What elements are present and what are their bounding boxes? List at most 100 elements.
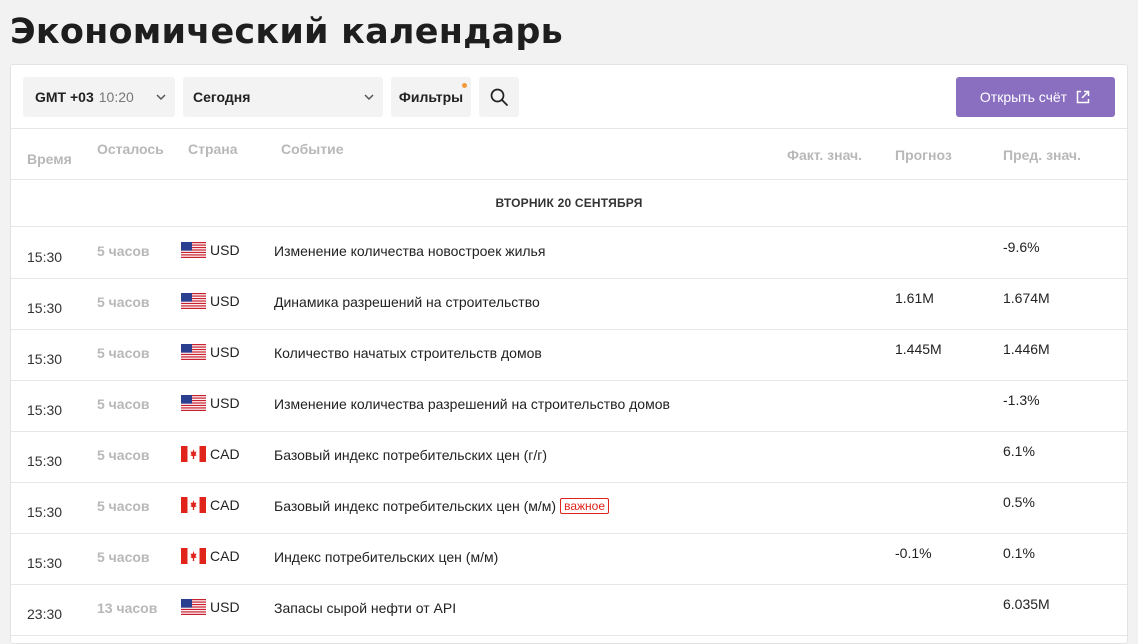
- event-title: Базовый индекс потребительских цен (г/г): [274, 447, 547, 463]
- period-value: Сегодня: [193, 89, 251, 105]
- table-row[interactable]: 15:30 5 часов CAD Индекс потребительских це…: [11, 534, 1127, 585]
- chevron-down-icon: [364, 94, 374, 101]
- table-row[interactable]: 15:30 5 часов USD Динамика разрешений на ст…: [11, 279, 1127, 330]
- us-flag-icon: [181, 599, 206, 615]
- ca-flag-icon: [181, 446, 206, 462]
- event-country: CAD: [181, 497, 240, 513]
- event-country: CAD: [181, 548, 240, 564]
- event-time-left: 5 часов: [97, 549, 150, 565]
- event-previous: 1.446M: [1003, 341, 1050, 357]
- event-previous: 1.674M: [1003, 290, 1050, 306]
- filters-indicator-dot: [462, 83, 467, 88]
- event-previous: 0.5%: [1003, 494, 1035, 510]
- event-title: Базовый индекс потребительских цен (м/м)…: [274, 498, 610, 514]
- event-title: Динамика разрешений на строительство: [274, 294, 540, 310]
- event-country: USD: [181, 344, 240, 360]
- period-select[interactable]: Сегодня: [183, 77, 383, 117]
- timezone-gmt: GMT +03: [35, 89, 94, 105]
- event-forecast: -0.1%: [895, 545, 932, 561]
- event-time-left: 5 часов: [97, 243, 150, 259]
- chevron-down-icon: [156, 94, 166, 101]
- event-name: Базовый индекс потребительских цен (м/м): [274, 498, 557, 514]
- important-badge: важное: [560, 498, 610, 514]
- event-country: USD: [181, 599, 240, 615]
- event-time-left: 5 часов: [97, 396, 150, 412]
- open-account-label: Открыть счёт: [979, 89, 1068, 105]
- toolbar: GMT +03 10:20 Сегодня Фильтры Открыть сч…: [11, 65, 1127, 129]
- event-currency: USD: [210, 395, 240, 411]
- external-link-icon: [1076, 90, 1090, 104]
- event-currency: CAD: [210, 446, 240, 462]
- event-time: 15:30: [27, 453, 63, 469]
- event-time-left: 5 часов: [97, 294, 150, 310]
- event-previous: -9.6%: [1003, 239, 1040, 255]
- event-country: USD: [181, 293, 240, 309]
- column-left: Осталось: [97, 141, 164, 157]
- event-currency: USD: [210, 293, 240, 309]
- open-account-button[interactable]: Открыть счёт: [956, 77, 1115, 117]
- table-row[interactable]: 15:30 5 часов CAD Базовый индекс потребител…: [11, 483, 1127, 534]
- table-row[interactable]: 15:30 5 часов USD Изменение количества разр…: [11, 381, 1127, 432]
- us-flag-icon: [181, 293, 206, 309]
- timezone-select[interactable]: GMT +03 10:20: [23, 77, 175, 117]
- table-row[interactable]: 15:30 5 часов USD Изменение количества ново…: [11, 228, 1127, 279]
- event-name: Индекс потребительских цен (м/м): [274, 549, 499, 565]
- event-time: 15:30: [27, 504, 63, 520]
- column-actual: Факт. знач.: [787, 147, 863, 163]
- event-time: 15:30: [27, 300, 63, 316]
- column-forecast: Прогноз: [895, 147, 952, 163]
- table-row[interactable]: 23:30 13 часов USD Запасы сырой нефти от AP…: [11, 585, 1127, 636]
- event-forecast: 1.61M: [895, 290, 934, 306]
- event-time-left: 13 часов: [97, 600, 158, 616]
- filters-button[interactable]: Фильтры: [391, 77, 471, 117]
- event-previous: -1.3%: [1003, 392, 1040, 408]
- event-name: Изменение количества новостроек жилья: [274, 243, 546, 259]
- event-title: Запасы сырой нефти от API: [274, 600, 456, 616]
- us-flag-icon: [181, 344, 206, 360]
- filters-label: Фильтры: [398, 89, 464, 105]
- event-country: CAD: [181, 446, 240, 462]
- table-header: Время Осталось Страна Событие Факт. знач…: [11, 129, 1127, 180]
- event-country: USD: [181, 395, 240, 411]
- event-time-left: 5 часов: [97, 447, 150, 463]
- date-header: ВТОРНИК 20 СЕНТЯБРЯ: [11, 180, 1127, 227]
- event-name: Количество начатых строительств домов: [274, 345, 542, 361]
- us-flag-icon: [181, 242, 206, 258]
- event-name: Запасы сырой нефти от API: [274, 600, 457, 616]
- event-name: Базовый индекс потребительских цен (г/г): [274, 447, 548, 463]
- event-time: 15:30: [27, 351, 63, 367]
- search-icon: [490, 88, 508, 106]
- ca-flag-icon: [181, 548, 206, 564]
- event-forecast: 1.445M: [895, 341, 942, 357]
- timezone-time: 10:20: [98, 89, 134, 105]
- event-time: 15:30: [27, 249, 63, 265]
- event-title: Изменение количества новостроек жилья: [274, 243, 545, 259]
- event-previous: 0.1%: [1003, 545, 1035, 561]
- event-currency: USD: [210, 599, 240, 615]
- ca-flag-icon: [181, 497, 206, 513]
- event-currency: CAD: [210, 497, 240, 513]
- event-title: Изменение количества разрешений на строи…: [274, 396, 670, 412]
- event-title: Количество начатых строительств домов: [274, 345, 542, 361]
- event-title: Индекс потребительских цен (м/м): [274, 549, 498, 565]
- event-time: 23:30: [27, 606, 63, 622]
- column-previous: Пред. знач.: [1003, 147, 1081, 163]
- column-country: Страна: [188, 141, 238, 157]
- event-time: 15:30: [27, 402, 63, 418]
- event-currency: CAD: [210, 548, 240, 564]
- event-name: Изменение количества разрешений на строи…: [274, 396, 670, 412]
- column-event: Событие: [281, 141, 344, 157]
- table-row[interactable]: 15:30 5 часов CAD Базовый индекс потребител…: [11, 432, 1127, 483]
- event-previous: 6.035M: [1003, 596, 1050, 612]
- event-country: USD: [181, 242, 240, 258]
- event-currency: USD: [210, 344, 240, 360]
- event-time-left: 5 часов: [97, 498, 150, 514]
- column-time: Время: [27, 151, 72, 167]
- event-time-left: 5 часов: [97, 345, 150, 361]
- search-button[interactable]: [479, 77, 519, 117]
- us-flag-icon: [181, 395, 206, 411]
- table-row[interactable]: 15:30 5 часов USD Количество начатых строит…: [11, 330, 1127, 381]
- event-currency: USD: [210, 242, 240, 258]
- event-time: 15:30: [27, 555, 63, 571]
- page-title: Экономический календарь: [10, 12, 563, 52]
